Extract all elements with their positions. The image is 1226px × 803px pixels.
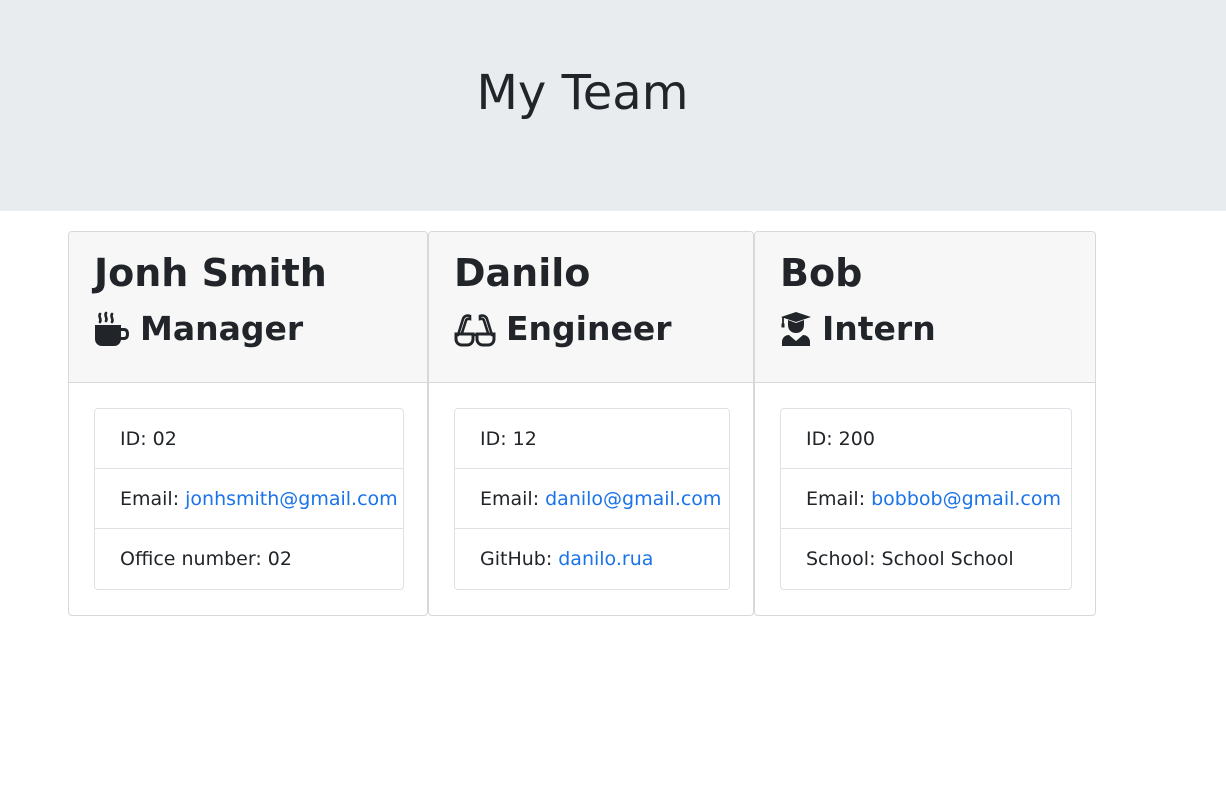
list-item-id: ID: 200 (781, 409, 1071, 469)
employee-details: ID: 12 Email: danilo@gmail.com GitHub: d… (454, 408, 730, 590)
email-link[interactable]: danilo@gmail.com (545, 488, 721, 510)
card-header: Danilo Engineer (429, 232, 753, 383)
employee-role: Intern (780, 304, 1070, 354)
list-item-office: Office number: 02 (95, 529, 403, 589)
list-item-email: Email: danilo@gmail.com (455, 469, 729, 529)
email-label: Email: (120, 487, 180, 510)
list-item-id: ID: 02 (95, 409, 403, 469)
graduate-icon (780, 311, 812, 347)
list-item-id: ID: 12 (455, 409, 729, 469)
card-header: Jonh Smith Manager (69, 232, 427, 383)
employee-role-label: Manager (140, 309, 304, 348)
github-label: GitHub: (480, 548, 553, 570)
email-link[interactable]: bobbob@gmail.com (871, 488, 1061, 510)
list-item-email: Email: jonhsmith@gmail.com (95, 469, 403, 529)
card-body: ID: 200 Email: bobbob@gmail.com School: … (755, 383, 1095, 615)
employee-role: Manager (94, 304, 402, 354)
card-body: ID: 02 Email: jonhsmith@gmail.com Office… (69, 383, 427, 615)
team-cards: Jonh Smith Manager ID: 02 Email: jonhsmi… (68, 231, 1096, 616)
employee-card-engineer: Danilo Engineer ID: 12 Email: danilo@gma… (428, 231, 754, 616)
email-link[interactable]: jonhsmith@gmail.com (185, 488, 398, 510)
employee-details: ID: 02 Email: jonhsmith@gmail.com Office… (94, 408, 404, 590)
employee-card-manager: Jonh Smith Manager ID: 02 Email: jonhsmi… (68, 231, 428, 616)
list-item-school: School: School School (781, 529, 1071, 589)
coffee-mug-icon (94, 311, 130, 347)
github-link[interactable]: danilo.rua (558, 548, 653, 570)
employee-role: Engineer (454, 304, 728, 354)
email-label: Email: (480, 487, 540, 510)
page-title: My Team (476, 65, 689, 121)
employee-card-intern: Bob Intern ID: 200 Email: bobbob@gmail.c… (754, 231, 1096, 616)
card-body: ID: 12 Email: danilo@gmail.com GitHub: d… (429, 383, 753, 615)
office-number: Office number: 02 (120, 548, 292, 570)
page-header: My Team (0, 0, 1226, 211)
list-item-github: GitHub: danilo.rua (455, 529, 729, 589)
glasses-icon (454, 311, 496, 347)
employee-id: ID: 200 (806, 427, 875, 450)
employee-id: ID: 12 (480, 427, 537, 450)
card-header: Bob Intern (755, 232, 1095, 383)
employee-name: Bob (780, 251, 863, 295)
employee-id: ID: 02 (120, 427, 177, 450)
employee-name: Danilo (454, 251, 591, 295)
employee-role-label: Engineer (506, 309, 672, 348)
employee-role-label: Intern (822, 309, 936, 348)
employee-name: Jonh Smith (94, 251, 327, 295)
email-label: Email: (806, 487, 866, 510)
employee-details: ID: 200 Email: bobbob@gmail.com School: … (780, 408, 1072, 590)
school-name: School: School School (806, 548, 1014, 570)
list-item-email: Email: bobbob@gmail.com (781, 469, 1071, 529)
